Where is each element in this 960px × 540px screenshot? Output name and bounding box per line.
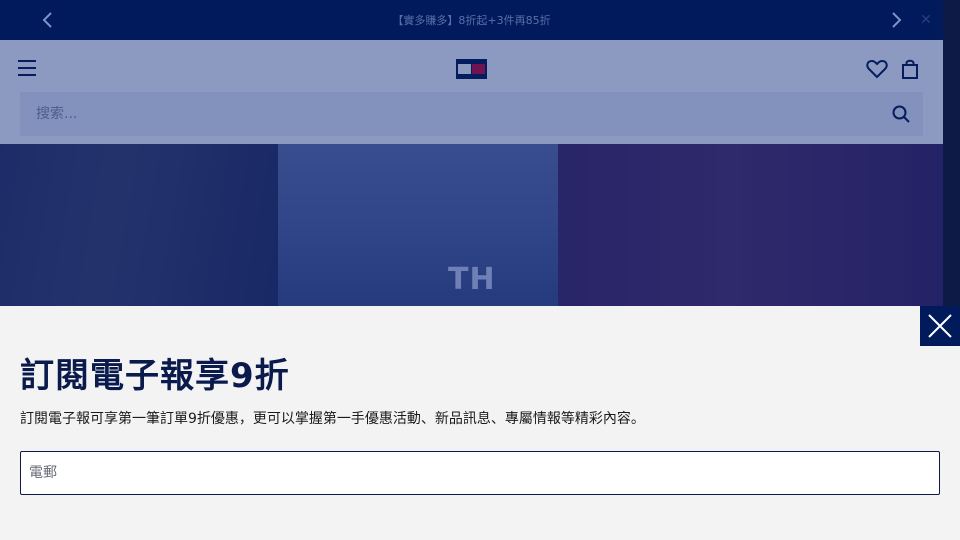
scrollbar[interactable] bbox=[943, 0, 960, 306]
announcement-bar: 【實多賺多】8折起+3件再85折 ✕ bbox=[0, 0, 943, 40]
modal-backdrop[interactable] bbox=[0, 40, 943, 306]
close-icon[interactable] bbox=[920, 306, 960, 346]
announcement-text[interactable]: 【實多賺多】8折起+3件再85折 bbox=[392, 12, 550, 28]
newsletter-popup: 訂閱電子報享9折 訂閱電子報可享第一筆訂單9折優惠，更可以掌握第一手優惠活動、新… bbox=[0, 306, 960, 540]
newsletter-title: 訂閱電子報享9折 bbox=[20, 356, 290, 396]
chevron-left-icon[interactable] bbox=[36, 8, 60, 32]
newsletter-description: 訂閱電子報可享第一筆訂單9折優惠，更可以掌握第一手優惠活動、新品訊息、專屬情報等… bbox=[20, 411, 645, 427]
close-icon[interactable]: ✕ bbox=[918, 12, 934, 28]
email-field-wrapper bbox=[20, 451, 940, 495]
chevron-right-icon[interactable] bbox=[884, 8, 908, 32]
page: 【實多賺多】8折起+3件再85折 ✕ 搜索... TH 訂閱電子報享9折 訂閱電… bbox=[0, 0, 960, 540]
email-field[interactable] bbox=[29, 465, 909, 481]
